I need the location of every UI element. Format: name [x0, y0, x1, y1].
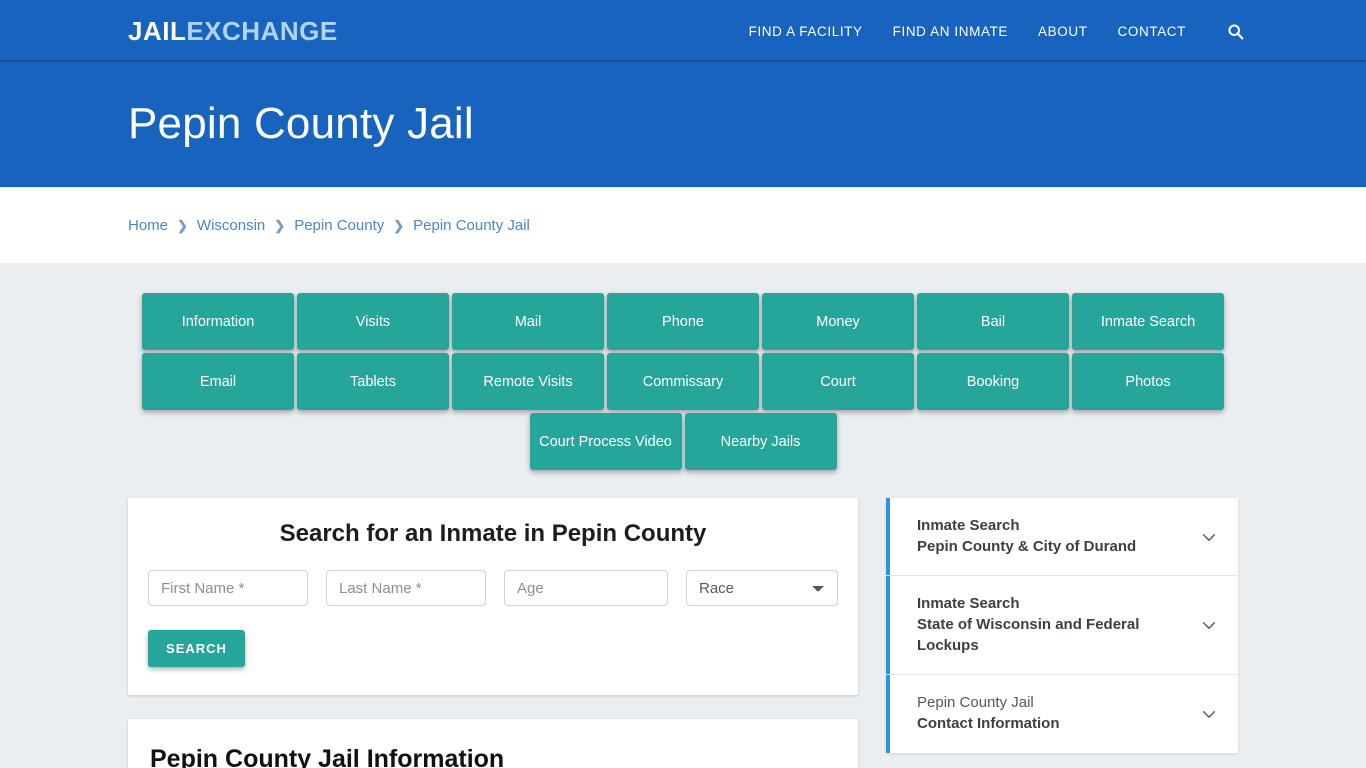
breadcrumb-separator-icon: ❯: [274, 217, 286, 233]
section-button-visits[interactable]: Visits: [297, 293, 449, 350]
section-button-remote-visits[interactable]: Remote Visits: [452, 353, 604, 410]
accordion-item-subtitle: State of Wisconsin and Federal Lockups: [917, 616, 1140, 654]
accordion-item-contact-information[interactable]: Pepin County Jail Contact Information: [886, 675, 1238, 754]
content-columns: Search for an Inmate in Pepin County Rac…: [128, 498, 1238, 768]
logo-text-primary: JAIL: [128, 16, 187, 46]
breadcrumb-item-pepin-county-jail[interactable]: Pepin County Jail: [413, 217, 530, 234]
inmate-search-heading: Search for an Inmate in Pepin County: [279, 520, 707, 547]
section-button-mail[interactable]: Mail: [452, 293, 604, 350]
search-button[interactable]: SEARCH: [148, 630, 245, 667]
breadcrumb-separator-icon: ❯: [393, 217, 405, 233]
accordion-item-text: Inmate Search State of Wisconsin and Fed…: [917, 594, 1186, 656]
jail-information-heading: Pepin County Jail Information: [150, 745, 505, 768]
breadcrumb-separator-icon: ❯: [177, 217, 188, 233]
breadcrumb-band: Home ❯ Wisconsin ❯ Pepin County ❯ Pepin …: [0, 187, 1366, 263]
accordion-item-subtitle: Contact Information: [917, 715, 1060, 733]
site-header: JAILEXCHANGE FIND A FACILITY FIND AN INM…: [0, 0, 1366, 62]
main-navigation: FIND A FACILITY FIND AN INMATE ABOUT CON…: [749, 20, 1246, 42]
accordion-item-inmate-search-state[interactable]: Inmate Search State of Wisconsin and Fed…: [886, 576, 1238, 676]
section-button-email[interactable]: Email: [142, 353, 294, 410]
inmate-search-fields: Race: [148, 570, 838, 606]
page-title-band: Pepin County Jail: [0, 62, 1366, 187]
breadcrumb-item-pepin-county[interactable]: Pepin County: [294, 217, 384, 234]
inmate-search-card: Search for an Inmate in Pepin County Rac…: [128, 498, 858, 695]
nav-item-contact[interactable]: CONTACT: [1118, 24, 1186, 39]
facility-section-buttons: Information Visits Mail Phone Money Bail…: [133, 293, 1233, 470]
logo-text-secondary: EXCHANGE: [186, 16, 338, 46]
section-button-tablets[interactable]: Tablets: [297, 353, 449, 410]
search-icon[interactable]: [1224, 20, 1246, 42]
race-select[interactable]: Race: [686, 570, 838, 606]
section-button-information[interactable]: Information: [142, 293, 294, 350]
sidebar-accordion: Inmate Search Pepin County & City of Dur…: [886, 498, 1238, 754]
accordion-item-title: Inmate Search: [917, 595, 1020, 613]
section-button-money[interactable]: Money: [762, 293, 914, 350]
chevron-down-icon: [1198, 614, 1220, 636]
page-title: Pepin County Jail: [128, 99, 474, 149]
primary-column: Search for an Inmate in Pepin County Rac…: [128, 498, 858, 768]
jail-information-card: Pepin County Jail Information: [128, 719, 858, 768]
accordion-item-title: Pepin County Jail: [917, 694, 1034, 712]
section-button-inmate-search[interactable]: Inmate Search: [1072, 293, 1224, 350]
chevron-down-icon: [1198, 703, 1220, 725]
section-button-bail[interactable]: Bail: [917, 293, 1069, 350]
section-button-photos[interactable]: Photos: [1072, 353, 1224, 410]
breadcrumb-item-wisconsin[interactable]: Wisconsin: [197, 217, 265, 234]
main-content: Information Visits Mail Phone Money Bail…: [0, 263, 1366, 768]
accordion-item-inmate-search-county[interactable]: Inmate Search Pepin County & City of Dur…: [886, 498, 1238, 577]
site-logo[interactable]: JAILEXCHANGE: [128, 18, 338, 44]
accordion-item-title: Inmate Search: [917, 517, 1020, 534]
chevron-down-icon: [1198, 526, 1220, 548]
accordion-item-text: Pepin County Jail Contact Information: [917, 693, 1186, 734]
breadcrumb-item-home[interactable]: Home: [128, 217, 168, 234]
last-name-input[interactable]: [326, 570, 486, 606]
accordion-item-text: Inmate Search Pepin County & City of Dur…: [917, 516, 1186, 557]
accordion-item-subtitle: Pepin County & City of Durand: [917, 537, 1137, 555]
age-input[interactable]: [504, 570, 668, 606]
first-name-input[interactable]: [148, 570, 308, 606]
section-button-court[interactable]: Court: [762, 353, 914, 410]
section-button-court-process-video[interactable]: Court Process Video: [529, 413, 682, 470]
section-button-booking[interactable]: Booking: [917, 353, 1069, 410]
sidebar-column: Inmate Search Pepin County & City of Dur…: [886, 498, 1238, 754]
nav-item-find-a-facility[interactable]: FIND A FACILITY: [749, 24, 863, 39]
section-button-nearby-jails[interactable]: Nearby Jails: [684, 413, 837, 470]
breadcrumb: Home ❯ Wisconsin ❯ Pepin County ❯ Pepin …: [128, 217, 530, 234]
section-button-commissary[interactable]: Commissary: [607, 353, 759, 410]
nav-item-find-an-inmate[interactable]: FIND AN INMATE: [893, 24, 1008, 39]
section-button-phone[interactable]: Phone: [607, 293, 759, 350]
nav-item-about[interactable]: ABOUT: [1038, 24, 1088, 39]
